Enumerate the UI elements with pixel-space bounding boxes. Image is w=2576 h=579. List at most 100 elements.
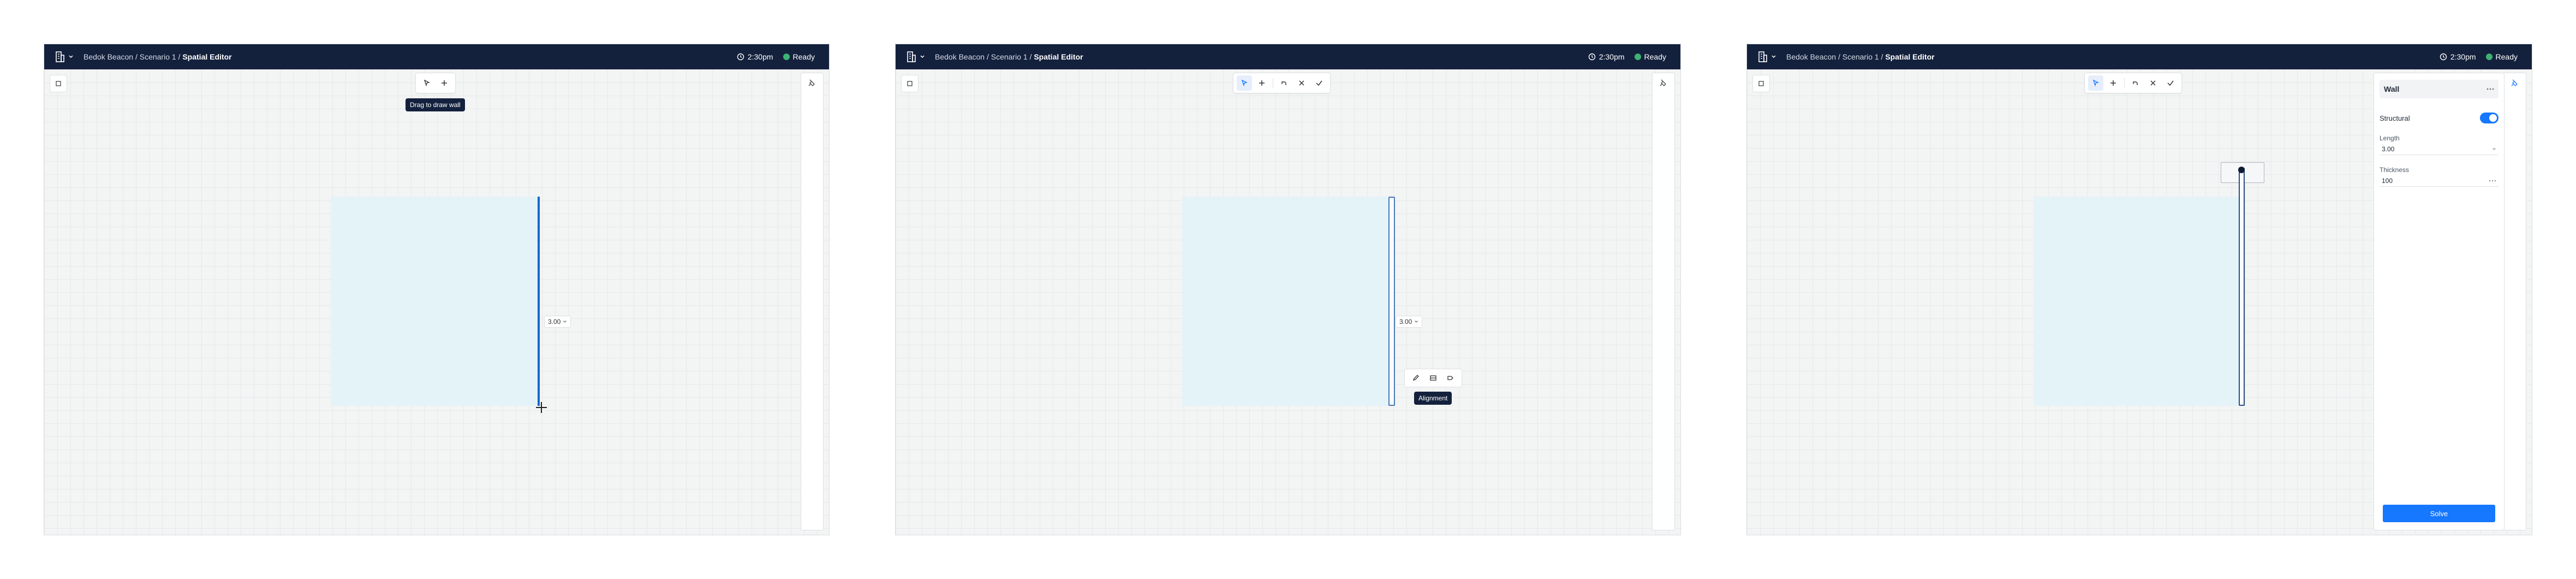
plus-icon <box>442 80 447 86</box>
thickness-field[interactable]: 100 <box>2380 175 2499 187</box>
cancel-button[interactable] <box>2145 75 2161 91</box>
chevron-down-icon <box>69 55 73 58</box>
apply-button[interactable]: Solve <box>2383 505 2495 522</box>
status-text: Ready <box>792 52 815 61</box>
crosshair-cursor-icon <box>536 402 547 413</box>
cursor-icon <box>1241 79 1248 87</box>
close-icon <box>2150 80 2156 86</box>
structural-toggle[interactable] <box>2480 113 2499 123</box>
undo-icon <box>2133 81 2138 85</box>
room-area[interactable] <box>1182 197 1390 406</box>
tooltip: Alignment <box>1414 392 1452 405</box>
properties-panel: Wall Structural Length 3.00 Thickness 10… <box>2374 73 2505 530</box>
undo-button[interactable] <box>1277 75 1292 91</box>
pin-icon[interactable] <box>807 79 816 87</box>
breadcrumb-path[interactable]: Bedok Beacon / Scenario 1 / <box>935 52 1034 61</box>
canvas[interactable]: Drag to draw wall 3.00 <box>44 69 829 535</box>
check-icon <box>1316 80 1322 86</box>
thickness-label: Thickness <box>2380 166 2410 174</box>
breadcrumb-path[interactable]: Bedok Beacon / Scenario 1 / <box>84 52 182 61</box>
cancel-button[interactable] <box>1294 75 1309 91</box>
select-tool-button[interactable] <box>2088 75 2103 91</box>
wall-context-toolbar <box>1404 369 1462 387</box>
chevron-down-icon <box>2492 147 2496 150</box>
undo-button[interactable] <box>2128 75 2143 91</box>
breadcrumb: Bedok Beacon / Scenario 1 / Spatial Edit… <box>935 52 1083 61</box>
canvas[interactable]: 3.00 Alignment <box>896 69 1680 535</box>
more-options-icon <box>2489 180 2496 181</box>
add-wall-button[interactable] <box>1254 75 1269 91</box>
status-text: Ready <box>2495 52 2518 61</box>
confirm-button[interactable] <box>1311 75 1327 91</box>
structural-row: Structural <box>2380 113 2499 123</box>
status-text: Ready <box>1644 52 1666 61</box>
layers-button[interactable] <box>50 75 67 92</box>
plus-icon <box>1259 80 1265 86</box>
cursor-icon <box>2092 79 2099 87</box>
breadcrumb-path[interactable]: Bedok Beacon / Scenario 1 / <box>1786 52 1885 61</box>
dimension-label[interactable]: 3.00 <box>1396 316 1423 328</box>
drawing-toolbar <box>1233 73 1331 93</box>
structural-label: Structural <box>2380 114 2410 122</box>
wall-drawing[interactable] <box>538 197 540 406</box>
layers-button[interactable] <box>1752 75 1770 92</box>
editor-window-drawing: Bedok Beacon / Scenario 1 / Spatial Edit… <box>44 44 830 535</box>
more-options-icon[interactable] <box>2486 88 2494 90</box>
room-area[interactable] <box>2034 197 2241 406</box>
time-display: 2:30pm <box>1588 52 1625 61</box>
top-bar: Bedok Beacon / Scenario 1 / Spatial Edit… <box>44 44 829 69</box>
wall-selected[interactable] <box>1388 197 1395 406</box>
room-area[interactable] <box>331 197 538 406</box>
pencil-icon <box>1412 375 1419 381</box>
time-text: 2:30pm <box>747 52 773 61</box>
select-tool-button[interactable] <box>1237 75 1252 91</box>
select-tool-button[interactable] <box>419 75 434 91</box>
properties-title: Wall <box>2384 85 2400 93</box>
time-text: 2:30pm <box>2450 52 2476 61</box>
dimension-value: 3.00 <box>1399 318 1412 326</box>
toolbar-divider <box>2124 78 2125 88</box>
alignment-button[interactable] <box>1426 370 1441 386</box>
plus-icon <box>2110 80 2116 86</box>
edit-wall-button[interactable] <box>1408 370 1423 386</box>
dimension-label[interactable]: 3.00 <box>544 316 571 328</box>
wall-selected[interactable] <box>2239 168 2245 406</box>
status-dot-icon <box>2485 54 2492 60</box>
chevron-down-icon <box>1415 320 1418 323</box>
length-field[interactable]: 3.00 <box>2380 143 2499 155</box>
side-panel-collapsed <box>2503 73 2526 530</box>
alignment-icon <box>1430 375 1436 381</box>
canvas[interactable]: Wall Structural Length 3.00 Thickness 10… <box>1747 69 2532 535</box>
breadcrumb-current: Spatial Editor <box>1034 52 1083 61</box>
endpoint-dot[interactable] <box>2238 167 2245 173</box>
cursor-icon <box>424 79 430 87</box>
layers-button[interactable] <box>901 75 919 92</box>
close-icon <box>1299 80 1304 86</box>
status-badge: Ready <box>2485 52 2518 61</box>
app-logo-menu[interactable] <box>55 51 74 62</box>
app-logo-menu[interactable] <box>907 51 925 62</box>
bookmark-icon <box>56 81 61 86</box>
breadcrumb-current: Spatial Editor <box>1885 52 1935 61</box>
add-wall-button[interactable] <box>2106 75 2121 91</box>
top-bar: Bedok Beacon / Scenario 1 / Spatial Edit… <box>896 44 1680 69</box>
pin-icon[interactable] <box>2510 79 2519 87</box>
status-dot-icon <box>1634 54 1641 60</box>
length-value: 3.00 <box>2382 145 2395 153</box>
chevron-down-icon <box>1772 55 1776 58</box>
chevron-down-icon <box>563 320 567 323</box>
top-bar: Bedok Beacon / Scenario 1 / Spatial Edit… <box>1747 44 2532 69</box>
breadcrumb: Bedok Beacon / Scenario 1 / Spatial Edit… <box>84 52 232 61</box>
time-text: 2:30pm <box>1599 52 1625 61</box>
add-wall-button[interactable] <box>437 75 452 91</box>
status-badge: Ready <box>1634 52 1666 61</box>
pin-icon[interactable] <box>1659 79 1667 87</box>
flip-button[interactable] <box>1443 370 1458 386</box>
breadcrumb: Bedok Beacon / Scenario 1 / Spatial Edit… <box>1786 52 1935 61</box>
app-logo-menu[interactable] <box>1758 51 1776 62</box>
clock-icon <box>1588 53 1596 61</box>
building-icon <box>907 51 916 62</box>
clock-icon <box>737 53 744 61</box>
thickness-value: 100 <box>2382 176 2393 185</box>
confirm-button[interactable] <box>2163 75 2178 91</box>
